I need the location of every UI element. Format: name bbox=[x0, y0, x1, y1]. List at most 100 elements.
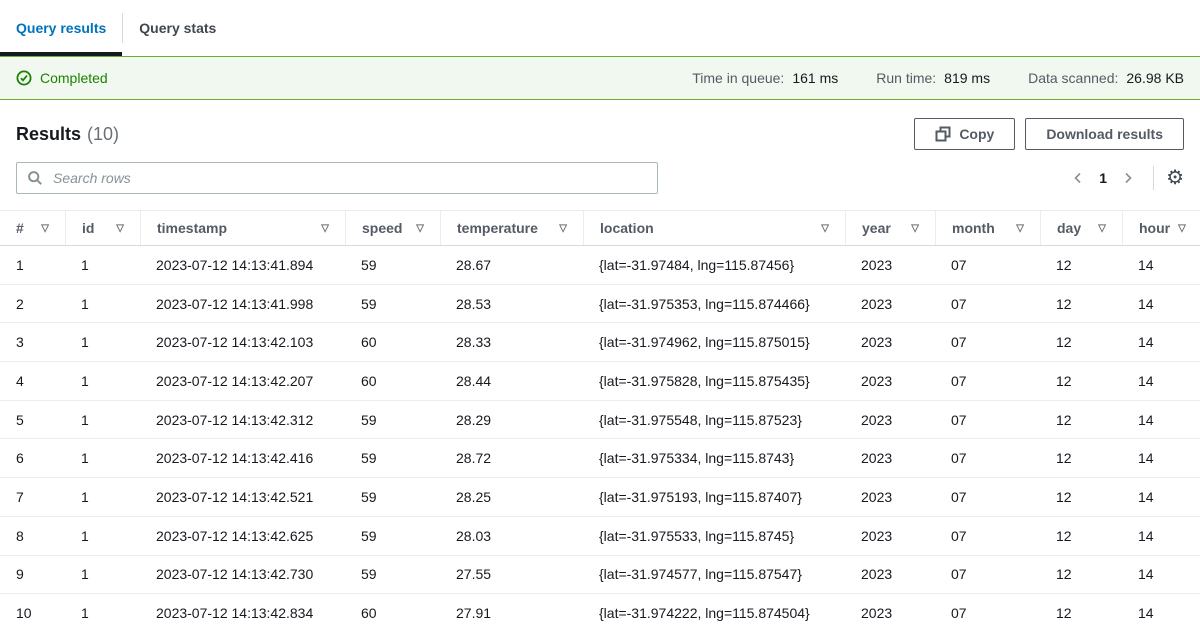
table-cell: 2023-07-12 14:13:42.312 bbox=[140, 412, 345, 428]
table-cell: 1 bbox=[65, 296, 140, 312]
table-cell: 2 bbox=[0, 296, 65, 312]
column-header-label: hour bbox=[1139, 220, 1170, 236]
filter-icon[interactable]: ▽ bbox=[559, 223, 567, 234]
page-title: Results (10) bbox=[16, 124, 119, 145]
table-cell: 28.25 bbox=[440, 489, 583, 505]
table-cell: 07 bbox=[935, 296, 1040, 312]
table-cell: 28.67 bbox=[440, 257, 583, 273]
table-cell: 28.72 bbox=[440, 450, 583, 466]
table-cell: 2023 bbox=[845, 605, 935, 621]
table-cell: 59 bbox=[345, 489, 440, 505]
table-cell: 2023 bbox=[845, 257, 935, 273]
table-cell: 2023-07-12 14:13:42.730 bbox=[140, 566, 345, 582]
table-cell: 1 bbox=[65, 257, 140, 273]
filter-icon[interactable]: ▽ bbox=[1016, 223, 1024, 234]
table-cell: 07 bbox=[935, 605, 1040, 621]
metric-value: 26.98 KB bbox=[1126, 70, 1184, 86]
column-header-year: year ▽ bbox=[845, 211, 935, 245]
table-cell: 59 bbox=[345, 566, 440, 582]
table-cell: 14 bbox=[1122, 566, 1200, 582]
filter-icon[interactable]: ▽ bbox=[416, 223, 424, 234]
table-cell: 1 bbox=[65, 412, 140, 428]
table-cell: 12 bbox=[1040, 489, 1122, 505]
table-cell: {lat=-31.975533, lng=115.8745} bbox=[583, 528, 845, 544]
filter-icon[interactable]: ▽ bbox=[1178, 223, 1186, 234]
table-cell: {lat=-31.974962, lng=115.875015} bbox=[583, 334, 845, 350]
metric-run-time: Run time: 819 ms bbox=[876, 70, 990, 86]
filter-icon[interactable]: ▽ bbox=[1098, 223, 1106, 234]
metric-value: 161 ms bbox=[792, 70, 838, 86]
table-cell: 12 bbox=[1040, 257, 1122, 273]
search-icon bbox=[27, 170, 43, 186]
table-cell: 27.55 bbox=[440, 566, 583, 582]
results-title: Results bbox=[16, 124, 81, 144]
table-cell: 2023-07-12 14:13:42.834 bbox=[140, 605, 345, 621]
filter-icon[interactable]: ▽ bbox=[321, 223, 329, 234]
table-cell: 4 bbox=[0, 373, 65, 389]
gear-icon[interactable]: ⚙ bbox=[1166, 168, 1184, 188]
table-cell: 6 bbox=[0, 450, 65, 466]
table-cell: 2023 bbox=[845, 489, 935, 505]
table-cell: 2023 bbox=[845, 450, 935, 466]
search-box[interactable] bbox=[16, 162, 658, 194]
results-header: Results (10) Copy Download results bbox=[16, 118, 1184, 150]
table-cell: 2023 bbox=[845, 566, 935, 582]
table-row: 212023-07-12 14:13:41.9985928.53{lat=-31… bbox=[0, 285, 1200, 324]
table-cell: 28.44 bbox=[440, 373, 583, 389]
column-header-hour: hour ▽ bbox=[1122, 211, 1200, 245]
filter-icon[interactable]: ▽ bbox=[911, 223, 919, 234]
table-cell: 60 bbox=[345, 334, 440, 350]
table-cell: 2023 bbox=[845, 373, 935, 389]
table-body: 112023-07-12 14:13:41.8945928.67{lat=-31… bbox=[0, 246, 1200, 631]
metric-data-scanned: Data scanned: 26.98 KB bbox=[1028, 70, 1184, 86]
table-cell: 07 bbox=[935, 566, 1040, 582]
table-row: 612023-07-12 14:13:42.4165928.72{lat=-31… bbox=[0, 439, 1200, 478]
table-cell: 2023 bbox=[845, 528, 935, 544]
table-cell: {lat=-31.975193, lng=115.87407} bbox=[583, 489, 845, 505]
column-header-speed: speed▽ bbox=[345, 211, 440, 245]
metric-label: Run time: bbox=[876, 70, 936, 86]
table-cell: 14 bbox=[1122, 334, 1200, 350]
table-cell: {lat=-31.974222, lng=115.874504} bbox=[583, 605, 845, 621]
results-count: (10) bbox=[87, 124, 119, 144]
metric-label: Time in queue: bbox=[692, 70, 784, 86]
column-header-label: # bbox=[16, 220, 24, 236]
table-cell: 3 bbox=[0, 334, 65, 350]
tab-query-stats[interactable]: Query stats bbox=[123, 0, 232, 56]
table-cell: 7 bbox=[0, 489, 65, 505]
table-cell: 28.29 bbox=[440, 412, 583, 428]
table-cell: 1 bbox=[65, 566, 140, 582]
tab-query-results[interactable]: Query results bbox=[0, 0, 122, 56]
download-results-button[interactable]: Download results bbox=[1025, 118, 1184, 150]
table-cell: 59 bbox=[345, 412, 440, 428]
table-cell: 28.53 bbox=[440, 296, 583, 312]
results-table: #▽id▽timestamp▽speed▽temperature▽locatio… bbox=[0, 210, 1200, 631]
copy-button-label: Copy bbox=[959, 126, 994, 142]
table-cell: 14 bbox=[1122, 489, 1200, 505]
filter-icon[interactable]: ▽ bbox=[41, 223, 49, 234]
table-cell: 60 bbox=[345, 373, 440, 389]
filter-icon[interactable]: ▽ bbox=[821, 223, 829, 234]
column-header-label: year bbox=[862, 220, 891, 236]
prev-page-button[interactable] bbox=[1065, 165, 1091, 191]
column-header-id: id▽ bbox=[65, 211, 140, 245]
filter-icon[interactable]: ▽ bbox=[116, 223, 124, 234]
table-cell: 12 bbox=[1040, 373, 1122, 389]
column-header-label: day bbox=[1057, 220, 1081, 236]
table-cell: 59 bbox=[345, 450, 440, 466]
table-cell: 07 bbox=[935, 528, 1040, 544]
column-header-month: month▽ bbox=[935, 211, 1040, 245]
table-cell: 12 bbox=[1040, 296, 1122, 312]
current-page[interactable]: 1 bbox=[1091, 170, 1115, 186]
table-cell: {lat=-31.974577, lng=115.87547} bbox=[583, 566, 845, 582]
metric-time-in-queue: Time in queue: 161 ms bbox=[692, 70, 838, 86]
search-input[interactable] bbox=[51, 169, 647, 187]
copy-icon bbox=[935, 126, 951, 142]
metric-label: Data scanned: bbox=[1028, 70, 1118, 86]
table-cell: 07 bbox=[935, 450, 1040, 466]
column-header-temperature: temperature▽ bbox=[440, 211, 583, 245]
next-page-button[interactable] bbox=[1115, 165, 1141, 191]
copy-button[interactable]: Copy bbox=[914, 118, 1015, 150]
table-cell: 12 bbox=[1040, 528, 1122, 544]
table-cell: 1 bbox=[65, 373, 140, 389]
